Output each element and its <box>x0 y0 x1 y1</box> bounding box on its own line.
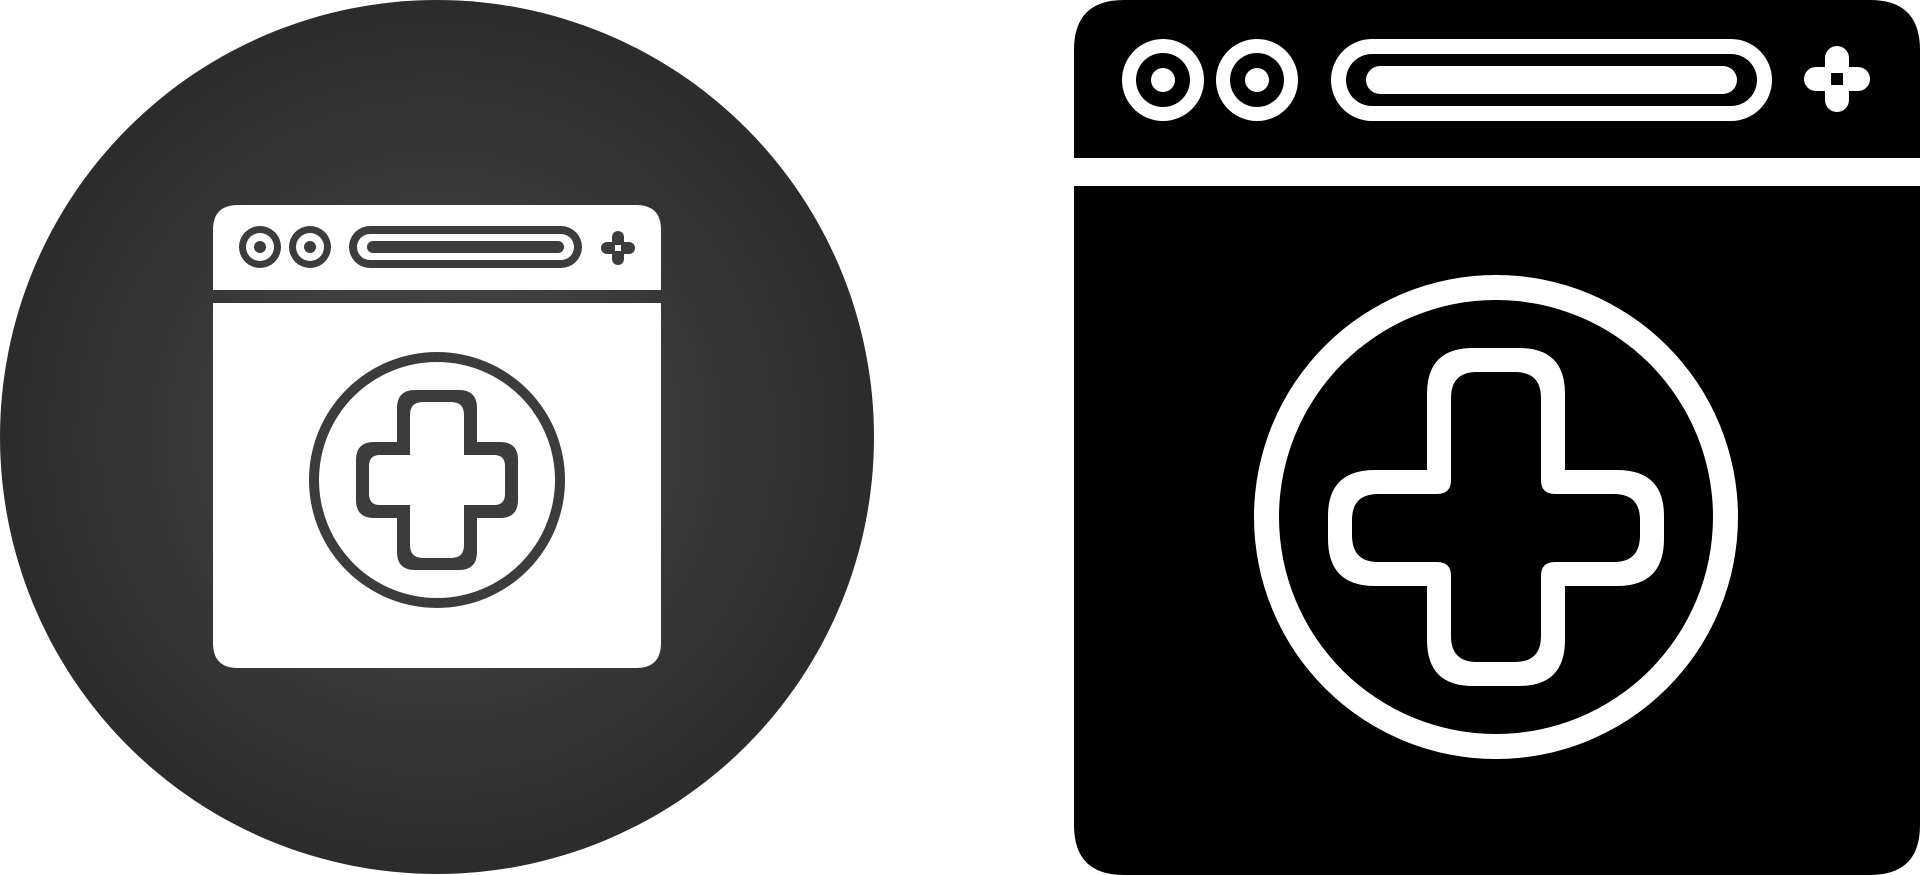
medical-website-icon-glyph <box>1074 0 1920 875</box>
window-dot-1-icon <box>1122 39 1204 121</box>
medical-cross-icon <box>309 352 565 608</box>
window-dot-2-icon <box>289 226 331 268</box>
icon-canvas <box>0 0 1920 875</box>
medical-website-icon-circle <box>0 0 874 874</box>
window-dot-2-icon <box>1216 39 1298 121</box>
address-bar-icon <box>349 226 582 268</box>
medical-cross-icon <box>1254 275 1738 759</box>
address-bar-icon <box>1331 39 1772 121</box>
icon-sheet <box>0 0 1920 875</box>
window-dot-1-icon <box>239 226 281 268</box>
